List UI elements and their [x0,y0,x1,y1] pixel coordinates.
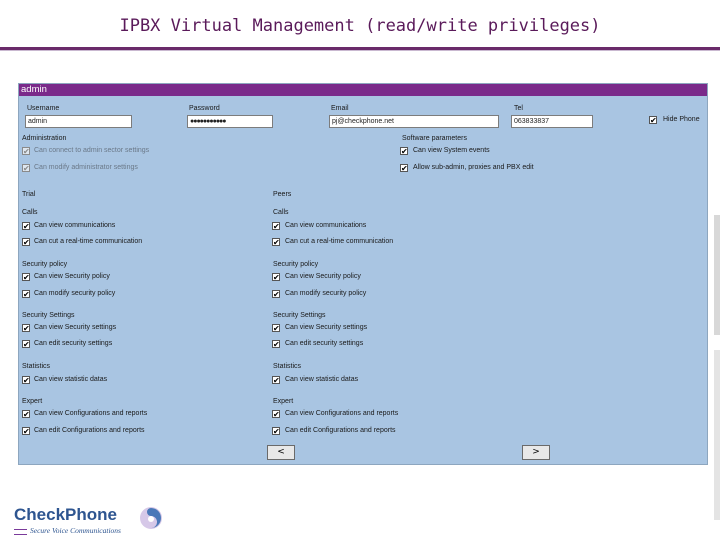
edge-decoration [714,215,720,335]
logo-name: CheckPhone [14,505,117,524]
section-title: Calls [273,209,289,216]
trial-column-title: Trial [22,191,36,198]
permission-checkbox[interactable]: ✔ [22,324,30,333]
hide-phone-label: Hide Phone [663,116,700,123]
section-title: Expert [22,398,43,405]
permission-label: Can view Configurations and reports [285,410,399,417]
password-field[interactable]: ●●●●●●●●●●● [187,115,273,128]
admin-option-label: Can modify administrator settings [34,164,138,171]
permission-label: Can view Security settings [34,324,117,331]
permission-checkbox[interactable]: ✔ [272,238,280,247]
permission-checkbox[interactable]: ✔ [22,410,30,419]
logo-tagline: Secure Voice Communications [30,526,121,535]
software-option-checkbox[interactable]: ✔ [400,164,408,173]
section-title: Statistics [273,363,302,370]
email-field[interactable]: pj@checkphone.net [329,115,499,128]
section-title: Security policy [273,261,319,268]
permission-checkbox[interactable]: ✔ [272,290,280,299]
username-label: Username [27,105,60,112]
permission-checkbox[interactable]: ✔ [22,340,30,349]
section-title: Security Settings [273,312,326,319]
permission-label: Can edit Configurations and reports [285,427,396,434]
permission-checkbox[interactable]: ✔ [272,410,280,419]
username-field[interactable]: admin [25,115,132,128]
permission-label: Can cut a real-time communication [34,238,143,245]
email-label: Email [331,105,349,112]
software-option-label: Can view System events [413,147,490,154]
permission-checkbox[interactable]: ✔ [272,376,280,385]
software-option-label: Allow sub-admin, proxies and PBX edit [413,164,534,171]
hide-phone-checkbox[interactable]: ✔ [649,116,657,125]
permission-label: Can view statistic datas [285,376,359,383]
section-title: Expert [273,398,294,405]
permission-checkbox[interactable]: ✔ [22,376,30,385]
permission-checkbox[interactable]: ✔ [272,324,280,333]
permission-label: Can view Security policy [34,273,110,280]
password-label: Password [189,105,220,112]
permission-checkbox[interactable]: ✔ [22,273,30,282]
permission-label: Can modify security policy [34,290,116,297]
prev-button[interactable]: < [267,445,295,460]
permission-label: Can edit security settings [285,340,364,347]
tel-field[interactable]: 063833837 [511,115,593,128]
logo-swirl-icon [140,507,162,529]
permission-label: Can edit security settings [34,340,113,347]
permission-checkbox[interactable]: ✔ [22,222,30,231]
permission-label: Can modify security policy [285,290,367,297]
edge-decoration [714,350,720,520]
logo-lines [14,529,27,535]
admin-option-label: Can connect to admin sector settings [34,147,150,154]
section-title: Calls [22,209,38,216]
section-title: Statistics [22,363,51,370]
permission-label: Can cut a real-time communication [285,238,394,245]
admin-option-checkbox[interactable]: ✔ [22,147,30,156]
administration-title: Administration [22,135,67,142]
permission-label: Can view communications [285,222,367,229]
admin-panel: admin Username admin Password ●●●●●●●●●●… [18,83,708,465]
checkphone-logo: CheckPhone Secure Voice Communications [14,505,162,535]
peers-column-title: Peers [273,191,292,198]
permission-label: Can view Security settings [285,324,368,331]
permission-label: Can edit Configurations and reports [34,427,145,434]
permission-label: Can view statistic datas [34,376,108,383]
permission-label: Can view Security policy [285,273,361,280]
permission-label: Can view communications [34,222,116,229]
admin-option-checkbox[interactable]: ✔ [22,164,30,173]
section-title: Security Settings [22,312,75,319]
permission-checkbox[interactable]: ✔ [22,290,30,299]
permission-checkbox[interactable]: ✔ [22,427,30,436]
software-parameters-title: Software parameters [402,135,467,142]
tel-label: Tel [514,105,523,112]
title-rule-light [0,50,720,51]
next-button[interactable]: > [522,445,550,460]
software-option-checkbox[interactable]: ✔ [400,147,408,156]
panel-header: admin [19,84,707,96]
permission-label: Can view Configurations and reports [34,410,148,417]
section-title: Security policy [22,261,68,268]
permission-checkbox[interactable]: ✔ [272,222,280,231]
permission-checkbox[interactable]: ✔ [272,340,280,349]
permission-checkbox[interactable]: ✔ [22,238,30,247]
permission-checkbox[interactable]: ✔ [272,273,280,282]
permission-checkbox[interactable]: ✔ [272,427,280,436]
slide-title: IPBX Virtual Management (read/write priv… [119,16,601,36]
